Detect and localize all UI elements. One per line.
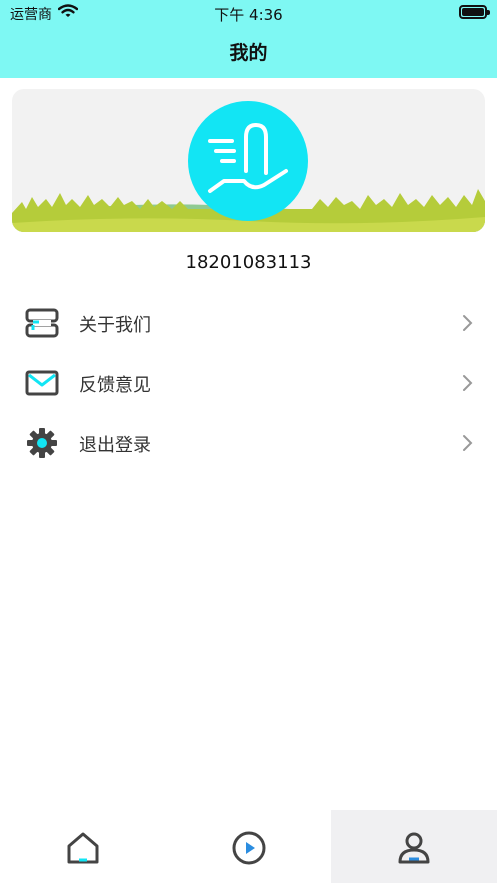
tab-play[interactable]	[166, 810, 332, 883]
chevron-right-icon	[463, 315, 473, 331]
home-icon	[67, 832, 99, 864]
top-header: 运营商 下午 4:36 我的	[0, 0, 497, 78]
tab-bar	[0, 810, 497, 883]
server-icon	[25, 308, 59, 338]
menu-item-logout[interactable]: 退出登录	[0, 413, 497, 473]
page-title: 我的	[229, 42, 268, 64]
menu-item-label: 退出登录	[79, 435, 151, 456]
tab-home[interactable]	[0, 810, 166, 883]
avatar[interactable]	[188, 101, 308, 221]
mail-icon	[25, 370, 59, 396]
battery-icon	[459, 5, 490, 19]
menu-item-about-us[interactable]: 关于我们	[0, 293, 497, 353]
profile-icon	[398, 832, 430, 864]
chevron-right-icon	[463, 375, 473, 391]
status-time: 下午 4:36	[214, 6, 283, 24]
status-bar: 运营商 下午 4:36	[0, 0, 497, 26]
menu-item-feedback[interactable]: 反馈意见	[0, 353, 497, 413]
avatar-logo-icon	[208, 123, 288, 193]
menu-item-label: 反馈意见	[79, 375, 151, 396]
tab-profile[interactable]	[331, 810, 497, 883]
menu-item-label: 关于我们	[79, 315, 151, 336]
phone-number: 18201083113	[185, 252, 312, 273]
play-icon	[232, 831, 266, 865]
gear-icon	[27, 428, 57, 458]
chevron-right-icon	[463, 435, 473, 451]
